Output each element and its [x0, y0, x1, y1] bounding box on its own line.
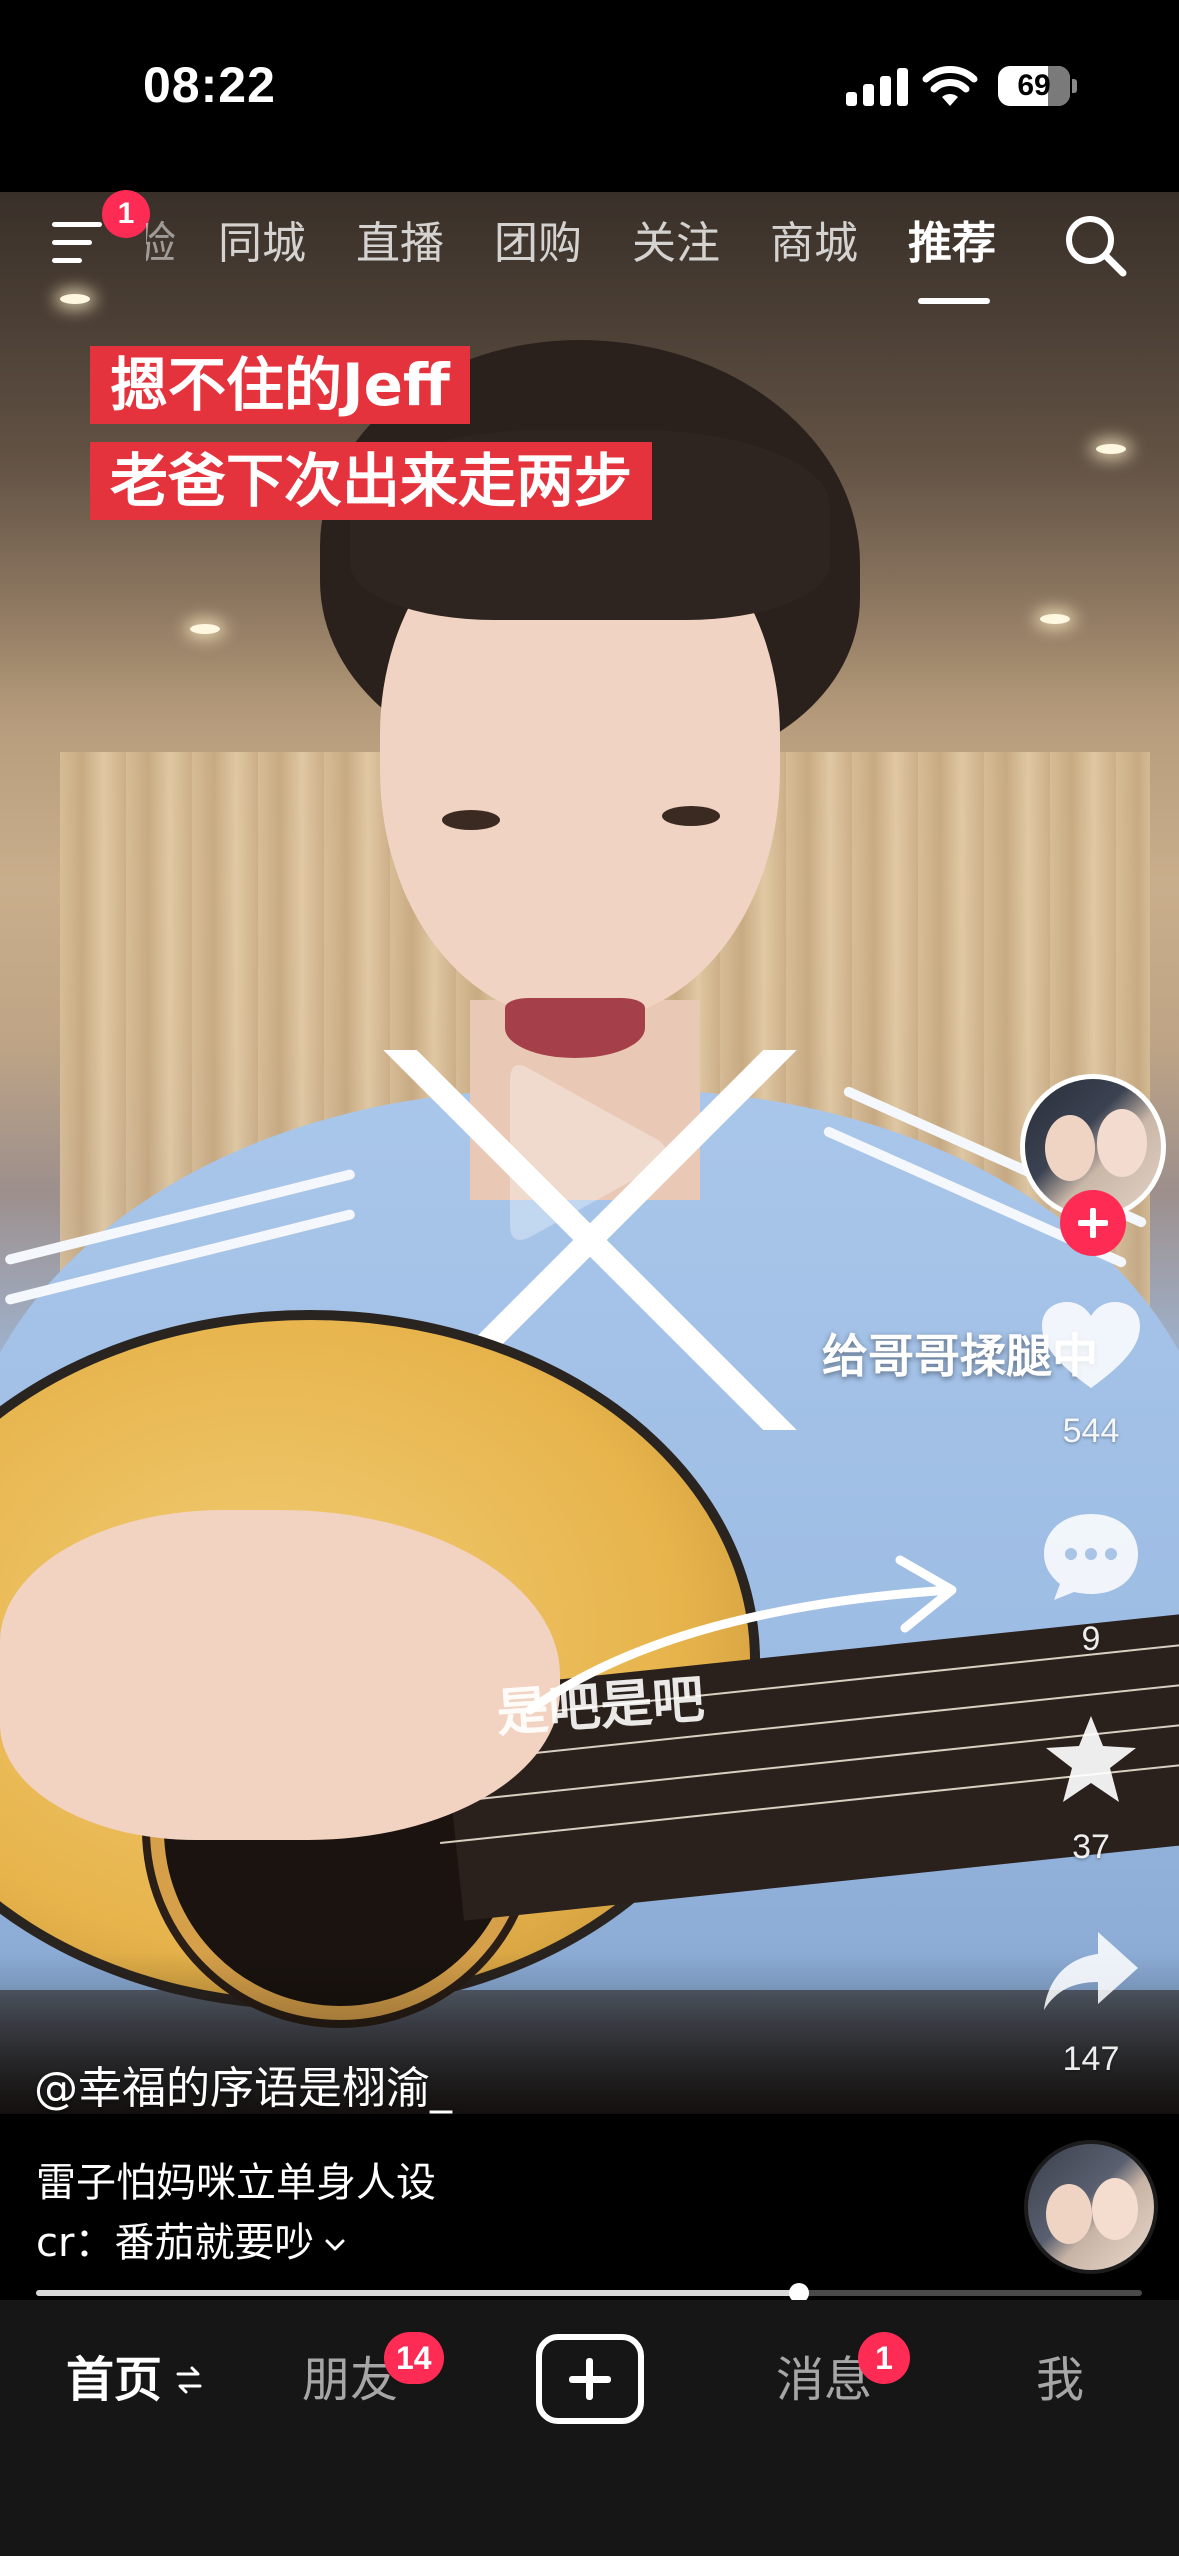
ceiling-light	[190, 624, 220, 634]
share-arrow-icon[interactable]	[1038, 1924, 1144, 2020]
video-description: 雷子怕妈咪立单身人设	[36, 2160, 436, 2206]
cellular-signal-icon	[846, 66, 908, 106]
person-eye	[662, 806, 720, 826]
like-heart-icon[interactable]	[1038, 1298, 1144, 1394]
video-credit-text: cr：番茄就要吵	[36, 2220, 315, 2266]
tab-partial[interactable]: 经验	[146, 212, 176, 276]
menu-notification-badge: 1	[102, 190, 150, 238]
tab-recommended[interactable]: 推荐	[908, 212, 996, 276]
ceiling-light	[1040, 614, 1070, 624]
share-count: 147	[1062, 2040, 1120, 2078]
status-time: 08:22	[143, 57, 276, 113]
swap-arrows-icon[interactable]	[176, 2360, 202, 2400]
person-eye	[442, 810, 500, 830]
favorite-count: 37	[1072, 1828, 1110, 1866]
video-progress-fill	[36, 2290, 800, 2296]
disc-face	[1092, 2178, 1138, 2240]
tab-partial-label: 经验	[146, 218, 176, 269]
create-post-button[interactable]	[536, 2334, 644, 2424]
like-count: 544	[1062, 1412, 1120, 1450]
battery-level: 69	[1017, 69, 1051, 102]
tab-live[interactable]: 直播	[356, 212, 444, 276]
video-credit[interactable]: cr：番茄就要吵	[36, 2210, 346, 2268]
battery-icon: 69	[998, 66, 1077, 106]
video-progress-bar[interactable]	[36, 2283, 1142, 2303]
avatar-face	[1045, 1115, 1095, 1181]
video-caption-line-1: 摁不住的Jeff	[90, 346, 470, 424]
follow-plus-button[interactable]	[1060, 1190, 1126, 1256]
author-handle[interactable]: @幸福的序语是栩渝_	[34, 2052, 452, 2116]
play-icon[interactable]	[510, 1058, 670, 1248]
avatar-face	[1097, 1109, 1147, 1177]
video-caption-line-2: 老爸下次出来走两步	[90, 442, 653, 520]
hand	[0, 1510, 560, 1840]
status-bar: 08:22 69	[0, 0, 1179, 192]
top-nav	[0, 192, 1179, 312]
menu-icon[interactable]	[52, 222, 106, 266]
tab-home[interactable]: 首页	[66, 2348, 162, 2412]
active-tab-indicator	[918, 298, 990, 304]
video-inline-text: 是吧是吧	[494, 1669, 707, 1745]
comment-bubble-icon[interactable]	[1038, 1508, 1144, 1604]
favorite-star-icon[interactable]	[1038, 1712, 1144, 1808]
chevron-down-icon	[325, 2239, 345, 2251]
tab-group-buy[interactable]: 团购	[494, 212, 582, 276]
ceiling-light	[1096, 444, 1126, 454]
music-disc[interactable]	[1024, 2140, 1158, 2274]
tab-mall[interactable]: 商城	[770, 212, 858, 276]
tab-nearby[interactable]: 同城	[218, 212, 306, 276]
tab-me[interactable]: 我	[1036, 2348, 1084, 2412]
comment-count: 9	[1081, 1620, 1101, 1658]
messages-badge: 1	[858, 2332, 910, 2384]
person-mouth	[505, 998, 645, 1058]
friends-badge: 14	[384, 2332, 444, 2384]
tab-following[interactable]: 关注	[632, 212, 720, 276]
wifi-icon	[922, 66, 978, 106]
search-icon[interactable]	[1062, 212, 1128, 278]
disc-face	[1046, 2184, 1092, 2244]
